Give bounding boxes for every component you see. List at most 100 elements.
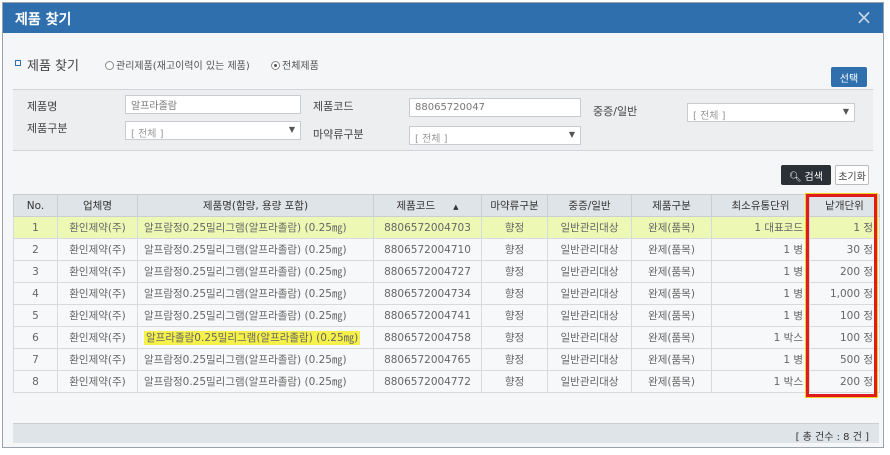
cell-product-name: 알프람정0.25밀리그램(알프라졸람) (0.25㎎) [137,260,374,283]
close-icon[interactable]: × [853,6,875,28]
search-filter-panel: 제품명 제품코드 중증/일반 [ 전체 ] ▼ 제품구분 [ 전체 ] ▼ 마약류구… [13,89,873,151]
cell-piece-unit: 500 정 [809,348,880,371]
product-search-dialog: 제품 찾기 × 제품 찾기 관리제품(재고이력이 있는 제품) 전체제품 선택 … [2,2,884,448]
dialog-title: 제품 찾기 [15,12,72,28]
cell-no: 2 [13,238,58,261]
cell-narcotic: 향정 [481,348,548,371]
cell-product-code: 8806572004758 [373,326,482,349]
cell-category: 완제(품목) [631,326,712,349]
cell-min-unit: 1 대표코드 [711,216,810,239]
cell-narcotic: 향정 [481,216,548,239]
cell-category: 완제(품목) [631,282,712,305]
cell-product-code: 8806572004734 [373,282,482,305]
product-code-label: 제품코드 [313,100,354,113]
cell-no: 8 [13,370,58,393]
product-category-select[interactable]: [ 전체 ] ▼ [125,121,301,140]
cell-min-unit: 1 박스 [711,370,810,393]
cell-piece-unit: 100 정 [809,304,880,327]
radio-all-label: 전체제품 [282,61,319,72]
product-table: No. 업체명 제품명(함량, 용량 포함) 제품코드 ▲ 마약류구분 중증/일반… [13,194,880,393]
col-header-narcotic[interactable]: 마약류구분 [481,194,548,217]
col-header-piece-unit[interactable]: 낱개단위 [809,194,880,217]
cell-narcotic: 향정 [481,282,548,305]
product-code-input[interactable] [409,98,581,117]
cell-no: 7 [13,348,58,371]
cell-no: 4 [13,282,58,305]
cell-company: 환인제약(주) [57,370,138,393]
table-row[interactable]: 4 환인제약(주) 알프람정0.25밀리그램(알프라졸람) (0.25㎎) 88… [13,282,880,305]
table-row[interactable]: 8 환인제약(주) 알프람정0.25밀리그램(알프라졸람) (0.25㎎) 88… [13,370,880,393]
table-row[interactable]: 5 환인제약(주) 알프람정0.25밀리그램(알프라졸람) (0.25㎎) 88… [13,304,880,327]
table-row[interactable]: 7 환인제약(주) 알프람정0.25밀리그램(알프라졸람) (0.25㎎) 88… [13,348,880,371]
cell-product-code: 8806572004710 [373,238,482,261]
cell-company: 환인제약(주) [57,304,138,327]
cell-product-code: 8806572004765 [373,348,482,371]
col-header-severity[interactable]: 중증/일반 [547,194,632,217]
search-button[interactable]: 🔍︎ 검색 [781,165,831,185]
cell-piece-unit: 200 정 [809,260,880,283]
cell-min-unit: 1 병 [711,260,810,283]
cell-piece-unit: 100 정 [809,326,880,349]
col-header-min-unit[interactable]: 최소유통단위 [711,194,810,217]
chevron-down-icon: ▼ [568,130,575,139]
radio-circle-icon [105,61,114,70]
col-header-company[interactable]: 업체명 [57,194,138,217]
select-button[interactable]: 선택 [831,67,867,87]
cell-no: 1 [13,216,58,239]
chevron-down-icon: ▼ [288,125,295,134]
cell-category: 완제(품목) [631,348,712,371]
section-header: 제품 찾기 관리제품(재고이력이 있는 제품) 전체제품 선택 [13,53,873,87]
cell-no: 5 [13,304,58,327]
cell-company: 환인제약(주) [57,282,138,305]
cell-product-name: 알프람정0.25밀리그램(알프라졸람) (0.25㎎) [137,348,374,371]
radio-managed-products[interactable]: 관리제품(재고이력이 있는 제품) [105,57,250,72]
cell-category: 완제(품목) [631,216,712,239]
cell-company: 환인제약(주) [57,326,138,349]
cell-severity: 일반관리대상 [547,260,632,283]
cell-narcotic: 향정 [481,238,548,261]
cell-category: 완제(품목) [631,304,712,327]
narcotic-category-select-value: [ 전체 ] [415,134,448,145]
cell-product-name: 알프람정0.25밀리그램(알프라졸람) (0.25㎎) [137,216,374,239]
cell-min-unit: 1 병 [711,304,810,327]
table-row[interactable]: 1 환인제약(주) 알프람정0.25밀리그램(알프라졸람) (0.25㎎) 88… [13,216,880,239]
product-name-input[interactable] [125,95,301,114]
cell-min-unit: 1 병 [711,282,810,305]
cell-product-name: 알프라졸람0.25밀리그램(알프라졸람) (0.25㎎) [137,326,374,349]
cell-min-unit: 1 박스 [711,326,810,349]
section-marker-icon [15,60,21,66]
cell-product-code: 8806572004727 [373,260,482,283]
cell-severity: 일반관리대상 [547,370,632,393]
col-header-product-code-label: 제품코드 [396,200,436,212]
cell-product-name: 알프람정0.25밀리그램(알프라졸람) (0.25㎎) [137,370,374,393]
sort-up-icon: ▲ [453,203,459,211]
narcotic-category-select[interactable]: [ 전체 ] ▼ [409,126,581,145]
table-row[interactable]: 3 환인제약(주) 알프람정0.25밀리그램(알프라졸람) (0.25㎎) 88… [13,260,880,283]
col-header-no[interactable]: No. [13,194,58,217]
table-footer: [ 총 건수 : 8 건 ] [13,423,879,443]
magnifier-icon: 🔍︎ [789,171,802,183]
cell-narcotic: 향정 [481,304,548,327]
product-category-label: 제품구분 [27,122,68,135]
col-header-product-code[interactable]: 제품코드 ▲ [373,194,482,217]
severity-label: 중증/일반 [593,105,638,118]
cell-category: 완제(품목) [631,370,712,393]
section-title: 제품 찾기 [27,59,79,74]
severity-select[interactable]: [ 전체 ] ▼ [687,103,855,122]
radio-all-products[interactable]: 전체제품 [271,57,319,72]
col-header-category[interactable]: 제품구분 [631,194,712,217]
cell-product-name: 알프람정0.25밀리그램(알프라졸람) (0.25㎎) [137,304,374,327]
cell-company: 환인제약(주) [57,238,138,261]
cell-company: 환인제약(주) [57,216,138,239]
radio-circle-checked-icon [271,61,280,70]
cell-no: 3 [13,260,58,283]
cell-piece-unit: 1,000 정 [809,282,880,305]
reset-button[interactable]: 초기화 [835,165,869,185]
col-header-product-name[interactable]: 제품명(함량, 용량 포함) [137,194,374,217]
cell-company: 환인제약(주) [57,348,138,371]
dialog-titlebar: 제품 찾기 × [3,3,883,33]
table-row[interactable]: 2 환인제약(주) 알프람정0.25밀리그램(알프라졸람) (0.25㎎) 88… [13,238,880,261]
cell-product-code: 8806572004772 [373,370,482,393]
cell-company: 환인제약(주) [57,260,138,283]
table-row[interactable]: 6 환인제약(주) 알프라졸람0.25밀리그램(알프라졸람) (0.25㎎) 8… [13,326,880,349]
